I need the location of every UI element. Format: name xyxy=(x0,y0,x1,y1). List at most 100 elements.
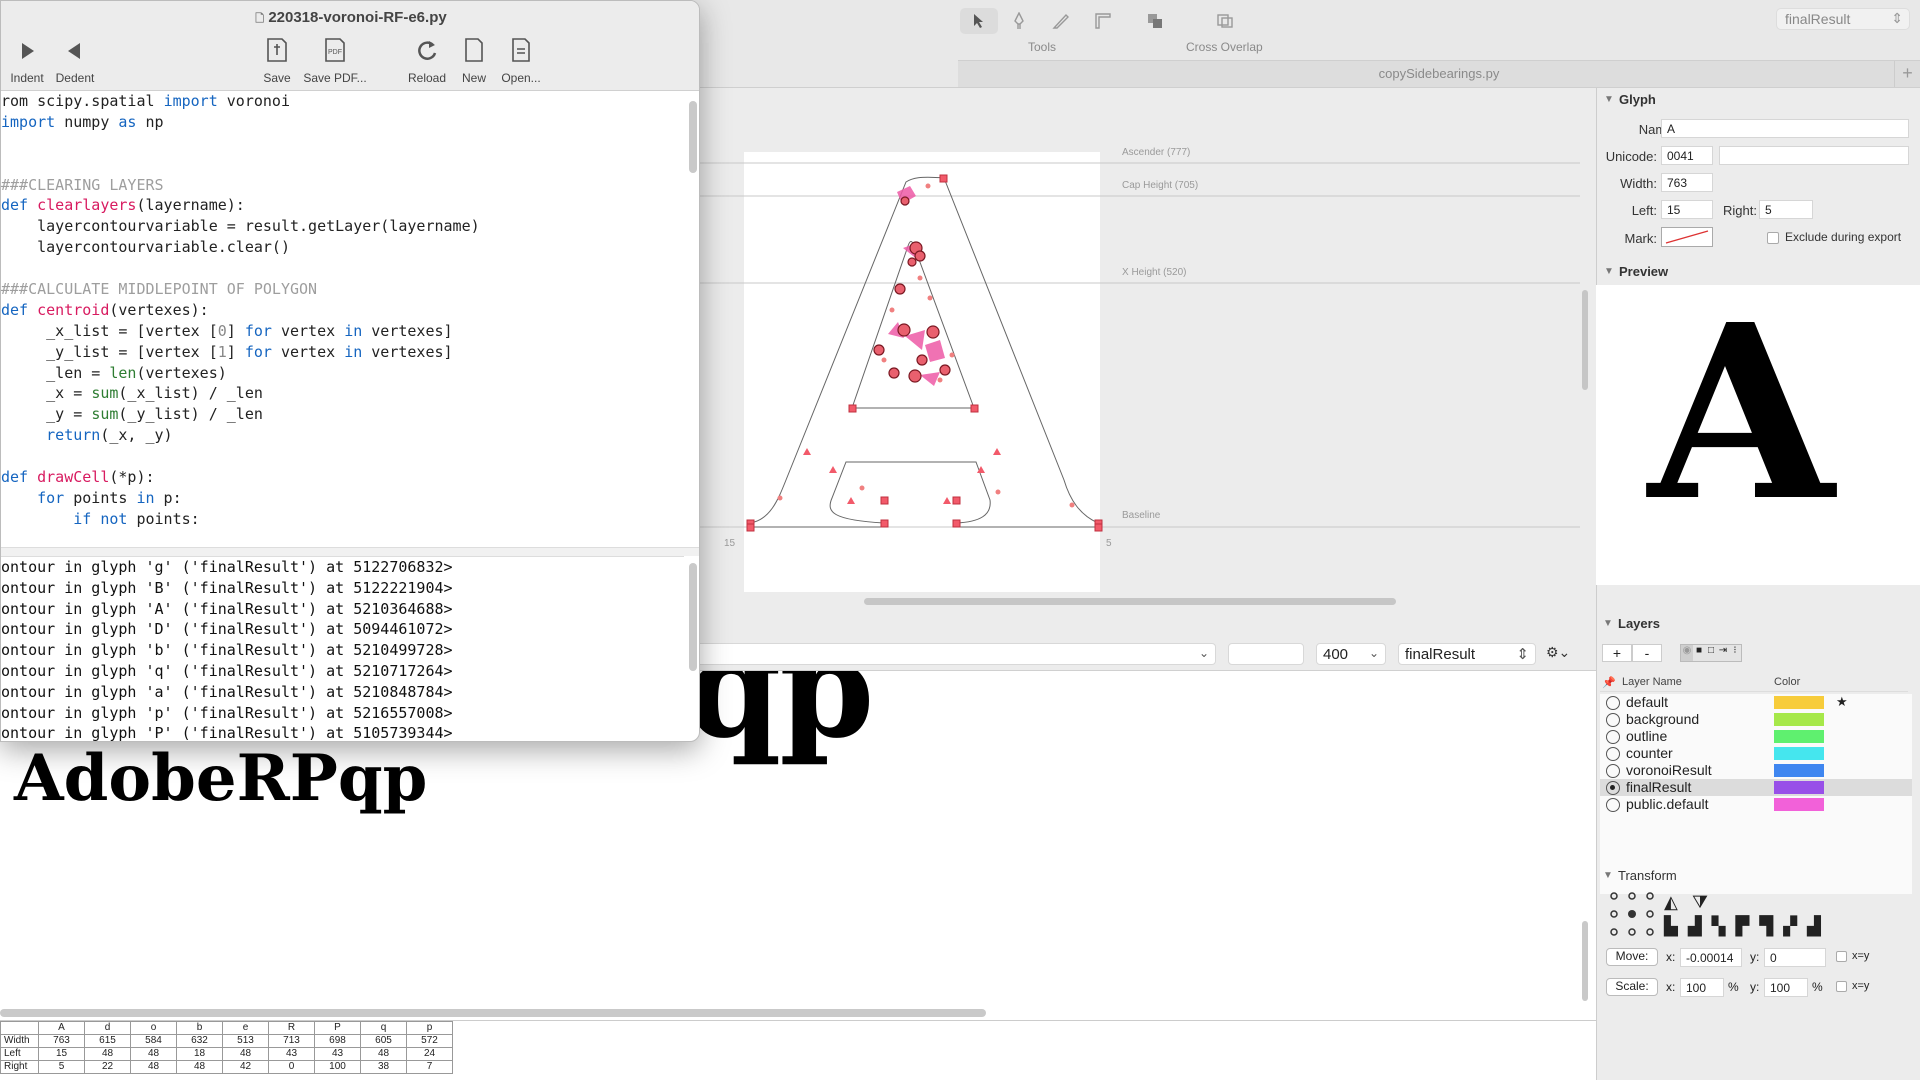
metrics-cell[interactable]: 513 xyxy=(222,1034,269,1048)
layer-row[interactable]: finalResult xyxy=(1600,779,1912,796)
align-icons[interactable]: ▙▟▚▛▜▞▟ xyxy=(1664,916,1831,937)
save-pdf-button[interactable]: PDF Save PDF... xyxy=(301,33,369,85)
layer-display-segmented[interactable]: ◉ ■ □ ⇥ ⁝ xyxy=(1680,644,1742,662)
cross-overlap-icon[interactable] xyxy=(1206,8,1244,34)
move-button[interactable]: Move: xyxy=(1606,948,1658,966)
layer-row[interactable]: default ★ xyxy=(1600,694,1912,711)
layer-row[interactable]: voronoiResult xyxy=(1600,762,1912,779)
metrics-cell[interactable]: 572 xyxy=(406,1034,453,1048)
right-sidebearing-field[interactable]: 5 xyxy=(1759,200,1813,219)
flip-horizontal-icon[interactable]: ◭ xyxy=(1664,892,1678,913)
eye-icon[interactable]: ◉ xyxy=(1681,645,1693,661)
layer-color-swatch[interactable] xyxy=(1774,781,1824,794)
anchors-icon[interactable]: ⁝ xyxy=(1729,645,1741,661)
output-scrollbar[interactable] xyxy=(689,563,697,671)
code-editor[interactable]: rom scipy.spatial import voronoi import n… xyxy=(1,91,684,546)
script-tab[interactable]: copySidebearings.py + xyxy=(958,60,1920,88)
metrics-cell[interactable]: 48 xyxy=(360,1047,407,1061)
unicode-name-field[interactable] xyxy=(1719,146,1909,165)
move-y-field[interactable]: 0 xyxy=(1764,948,1826,967)
metrics-cell[interactable]: 48 xyxy=(130,1047,177,1061)
metrics-cell[interactable]: 38 xyxy=(360,1060,407,1074)
metrics-cell[interactable]: 42 xyxy=(222,1060,269,1074)
layer-row[interactable]: outline xyxy=(1600,728,1912,745)
metrics-cell[interactable]: 713 xyxy=(268,1034,315,1048)
layer-radio[interactable] xyxy=(1606,798,1620,812)
stroke-icon[interactable]: □ xyxy=(1705,645,1717,661)
scale-x-field[interactable]: 100 xyxy=(1680,978,1724,997)
knife-tool-icon[interactable] xyxy=(1042,8,1080,34)
vertical-scrollbar[interactable] xyxy=(1582,921,1588,1001)
layers-list[interactable]: default ★ background outline counter voronoiR… xyxy=(1600,694,1912,894)
layer-row[interactable]: counter xyxy=(1600,745,1912,762)
metrics-cell[interactable]: 48 xyxy=(222,1047,269,1061)
add-tab-button[interactable]: + xyxy=(1894,61,1920,87)
layer-color-swatch[interactable] xyxy=(1774,713,1824,726)
layer-radio[interactable] xyxy=(1606,764,1620,778)
layer-row[interactable]: background xyxy=(1600,711,1912,728)
pointer-tool-icon[interactable] xyxy=(960,8,998,34)
scale-y-field[interactable]: 100 xyxy=(1764,978,1808,997)
layer-radio[interactable] xyxy=(1606,747,1620,761)
metrics-cell[interactable]: 48 xyxy=(84,1047,131,1061)
save-button[interactable]: Save xyxy=(259,33,295,85)
reload-button[interactable]: Reload xyxy=(405,33,449,85)
metrics-cell[interactable]: 7 xyxy=(406,1060,453,1074)
layer-radio[interactable] xyxy=(1606,781,1620,795)
metrics-cell[interactable]: 0 xyxy=(268,1060,315,1074)
points-icon[interactable]: ⇥ xyxy=(1717,645,1729,661)
add-layer-button[interactable]: + xyxy=(1602,644,1632,662)
indent-button[interactable]: Indent xyxy=(9,33,45,85)
layer-radio[interactable] xyxy=(1606,713,1620,727)
metrics-cell[interactable]: 15 xyxy=(38,1047,85,1061)
flip-vertical-icon[interactable]: ⧩ xyxy=(1692,892,1708,913)
scale-button[interactable]: Scale: xyxy=(1606,978,1658,996)
disclosure-triangle-icon[interactable]: ▼ xyxy=(1603,618,1613,629)
move-x-field[interactable]: -0.00014 xyxy=(1680,948,1742,967)
text-input[interactable]: ⌄ xyxy=(700,643,1216,665)
layer-row[interactable]: public.default xyxy=(1600,796,1912,813)
point-size-select[interactable]: 400 ⌄ xyxy=(1316,643,1386,665)
new-button[interactable]: New xyxy=(459,33,489,85)
metrics-cell[interactable]: 632 xyxy=(176,1034,223,1048)
metrics-cell[interactable]: 615 xyxy=(84,1034,131,1048)
layer-radio[interactable] xyxy=(1606,696,1620,710)
name-field[interactable]: A xyxy=(1661,119,1909,138)
code-scrollbar[interactable] xyxy=(689,101,697,173)
metrics-cell[interactable]: 48 xyxy=(130,1060,177,1074)
transform-origin-grid-icon[interactable] xyxy=(1610,892,1654,936)
metrics-table[interactable]: Ad o b e R Pq p Width 763 615 584 632 513 713 698 605 57… xyxy=(0,1020,1596,1080)
gear-icon[interactable]: ⚙︎⌄ xyxy=(1546,644,1570,661)
disclosure-triangle-icon[interactable]: ▼ xyxy=(1604,266,1614,277)
output-console[interactable]: ontour in glyph 'g' ('finalResult') at 5… xyxy=(1,556,684,741)
disclosure-triangle-icon[interactable]: ▼ xyxy=(1604,94,1614,105)
layer-select[interactable]: finalResult ⇕ xyxy=(1398,643,1536,665)
metrics-cell[interactable]: 100 xyxy=(314,1060,361,1074)
metrics-cell[interactable]: 698 xyxy=(314,1034,361,1048)
scale-xy-checkbox[interactable] xyxy=(1836,981,1847,992)
dedent-button[interactable]: Dedent xyxy=(55,33,95,85)
split-divider[interactable] xyxy=(1,547,699,556)
metrics-cell[interactable]: 763 xyxy=(38,1034,85,1048)
mark-color-well[interactable] xyxy=(1661,227,1713,247)
metrics-cell[interactable]: 22 xyxy=(84,1060,131,1074)
metrics-cell[interactable]: 48 xyxy=(176,1060,223,1074)
layer-radio[interactable] xyxy=(1606,730,1620,744)
open-button[interactable]: Open... xyxy=(499,33,543,85)
metrics-cell[interactable]: 18 xyxy=(176,1047,223,1061)
pen-tool-icon[interactable] xyxy=(1000,8,1038,34)
layer-selector[interactable]: finalResult ⇕ xyxy=(1776,8,1910,30)
metrics-cell[interactable]: 584 xyxy=(130,1034,177,1048)
metrics-cell[interactable]: 605 xyxy=(360,1034,407,1048)
layer-color-swatch[interactable] xyxy=(1774,696,1824,709)
exclude-export-checkbox[interactable] xyxy=(1767,232,1779,244)
horizontal-scrollbar[interactable] xyxy=(0,1009,986,1017)
measure-tool-icon[interactable] xyxy=(1084,8,1122,34)
pre-text-input[interactable] xyxy=(1228,643,1304,665)
metrics-cell[interactable]: 24 xyxy=(406,1047,453,1061)
move-xy-checkbox[interactable] xyxy=(1836,951,1847,962)
layer-color-swatch[interactable] xyxy=(1774,747,1824,760)
script-editor-window[interactable]: 🗋 220318-voronoi-RF-e6.py Indent Dedent … xyxy=(0,0,700,742)
remove-overlap-icon[interactable] xyxy=(1136,8,1174,34)
layer-color-swatch[interactable] xyxy=(1774,730,1824,743)
